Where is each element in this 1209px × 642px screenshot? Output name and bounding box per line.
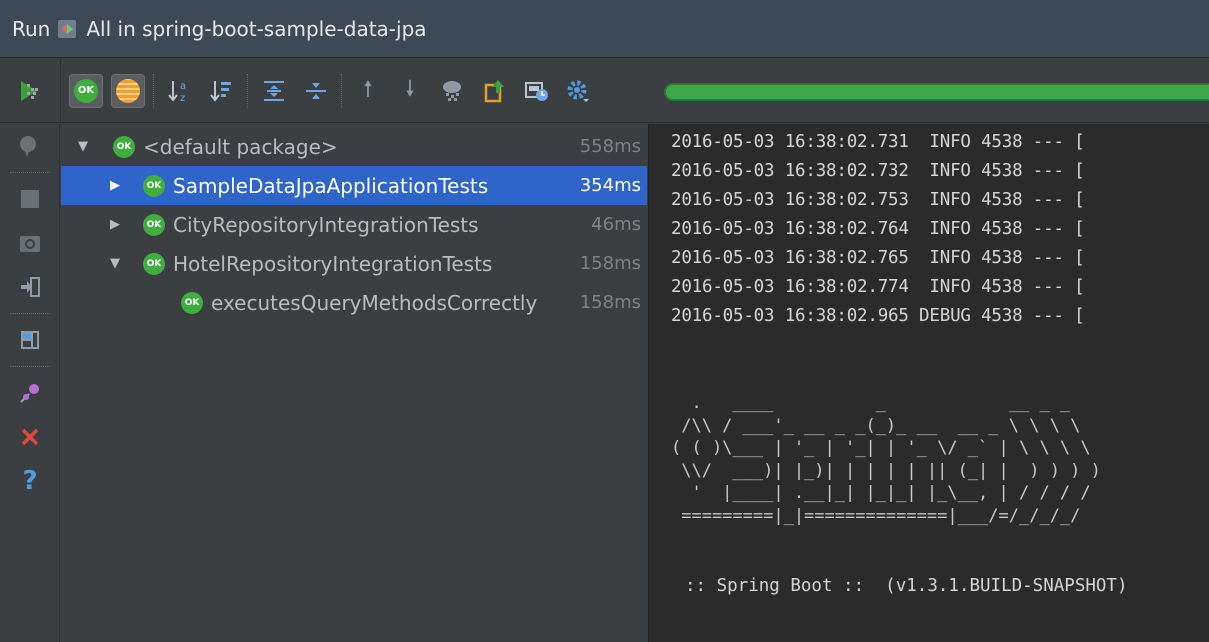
- test-passed-icon: OK: [143, 213, 165, 236]
- previous-failed-button[interactable]: 🠕: [351, 74, 385, 108]
- test-passed-icon: OK: [143, 174, 165, 197]
- test-passed-icon: OK: [113, 135, 135, 158]
- settings-button[interactable]: [561, 74, 595, 108]
- show-ignored-icon: [116, 78, 140, 103]
- pin-icon: [20, 384, 39, 403]
- rerun-failed-icon: [20, 136, 36, 157]
- tree-row-executes-query-methods[interactable]: OK executesQueryMethodsCorrectly 158ms: [61, 283, 647, 322]
- spring-boot-version: :: Spring Boot :: (v1.3.1.BUILD-SNAPSHOT…: [685, 576, 1128, 596]
- test-duration: 46ms: [591, 214, 641, 235]
- export-icon: [484, 79, 504, 102]
- tree-row-label: <default package>: [143, 134, 338, 159]
- close-icon: [21, 428, 39, 446]
- collapse-arrow-icon[interactable]: ▶: [107, 217, 123, 232]
- tree-row-hotel-repository-tests[interactable]: ▼ OK HotelRepositoryIntegrationTests 158…: [61, 244, 647, 283]
- tree-row-default-package[interactable]: ▼ OK <default package> 558ms: [61, 127, 647, 166]
- toolbar-separator: [247, 73, 249, 108]
- next-failed-button[interactable]: 🠗: [393, 74, 427, 108]
- sort-alpha-button[interactable]: az: [163, 74, 197, 108]
- test-duration: 558ms: [579, 136, 641, 157]
- log-line: 2016-05-03 16:38:02.965 DEBUG 4538 --- [: [671, 306, 1085, 326]
- help-button[interactable]: ?: [0, 459, 60, 503]
- separator: [9, 366, 50, 367]
- sort-duration-button[interactable]: [205, 74, 239, 108]
- restore-layout-button[interactable]: [0, 318, 60, 362]
- show-passed-icon: OK: [74, 78, 98, 103]
- test-duration: 354ms: [579, 175, 641, 196]
- import-tests-icon: [443, 80, 461, 101]
- toolbar-separator: [341, 73, 343, 108]
- toolbar-separator: [153, 73, 155, 108]
- rerun-icon: [21, 80, 38, 101]
- arrow-down-icon: 🠗: [405, 76, 415, 102]
- sort-alpha-icon: az: [168, 80, 186, 104]
- show-ignored-button[interactable]: [111, 73, 145, 108]
- snapshot-icon: [20, 236, 40, 252]
- layout-icon: [21, 331, 39, 349]
- log-line: 2016-05-03 16:38:02.764 INFO 4538 --- [: [671, 219, 1085, 239]
- side-toolbar: ?: [0, 124, 60, 642]
- spring-ascii-banner: . ____ _ __ _ _ /\\ / ___'_ __ _ _(_)_ _…: [671, 393, 1101, 526]
- collapse-arrow-icon[interactable]: ▶: [107, 178, 123, 193]
- history-icon: [525, 81, 548, 101]
- exit-icon: [21, 277, 40, 297]
- tree-row-city-repository-tests[interactable]: ▶ OK CityRepositoryIntegrationTests 46ms: [61, 205, 647, 244]
- thread-dump-button[interactable]: [0, 221, 60, 265]
- sort-duration-icon: [210, 80, 231, 102]
- tree-row-label: SampleDataJpaApplicationTests: [173, 173, 489, 198]
- test-results-tree: ▼ OK <default package> 558ms ▶ OK Sample…: [61, 124, 647, 642]
- test-history-button[interactable]: [519, 74, 553, 108]
- svg-text:a: a: [180, 81, 186, 92]
- test-progress-bar: [664, 83, 1209, 101]
- expand-all-icon: [264, 80, 284, 101]
- arrow-up-icon: 🠕: [363, 76, 373, 102]
- tree-row-sample-data-jpa-tests[interactable]: ▶ OK SampleDataJpaApplicationTests 354ms: [61, 166, 647, 205]
- test-duration: 158ms: [579, 292, 641, 313]
- stop-icon: [21, 190, 39, 208]
- tree-row-label: executesQueryMethodsCorrectly: [211, 290, 538, 315]
- expand-arrow-icon[interactable]: ▼: [107, 256, 123, 271]
- separator: [9, 172, 50, 173]
- window-title[interactable]: All in spring-boot-sample-data-jpa: [86, 17, 426, 41]
- test-passed-icon: OK: [143, 252, 165, 275]
- test-toolbar: OK az 🠕 🠗: [0, 58, 1209, 123]
- separator: [9, 313, 50, 314]
- exit-button[interactable]: [0, 265, 60, 309]
- expand-all-button[interactable]: [257, 74, 291, 108]
- svg-text:z: z: [180, 93, 185, 104]
- expand-arrow-icon[interactable]: ▼: [75, 139, 91, 154]
- collapse-all-icon: [306, 82, 326, 99]
- collapse-all-button[interactable]: [299, 74, 333, 108]
- import-tests-button[interactable]: [435, 74, 469, 108]
- log-line: 2016-05-03 16:38:02.774 INFO 4538 --- [: [671, 277, 1085, 297]
- log-line: 2016-05-03 16:38:02.732 INFO 4538 --- [: [671, 161, 1085, 181]
- help-icon: ?: [22, 466, 38, 496]
- log-line: 2016-05-03 16:38:02.753 INFO 4538 --- [: [671, 190, 1085, 210]
- pin-tab-button[interactable]: [0, 371, 60, 415]
- show-passed-button[interactable]: OK: [69, 73, 103, 108]
- rerun-failed-button[interactable]: [0, 124, 60, 168]
- close-button[interactable]: [0, 415, 60, 459]
- tree-row-label: CityRepositoryIntegrationTests: [173, 212, 479, 237]
- console-output[interactable]: 2016-05-03 16:38:02.731 INFO 4538 --- [ …: [648, 124, 1209, 642]
- run-tool-window-header: Run All in spring-boot-sample-data-jpa: [0, 0, 1209, 58]
- run-config-icon: [58, 19, 77, 38]
- log-line: 2016-05-03 16:38:02.731 INFO 4538 --- [: [671, 132, 1085, 152]
- test-passed-icon: OK: [181, 291, 203, 314]
- log-line: 2016-05-03 16:38:02.765 INFO 4538 --- [: [671, 248, 1085, 268]
- export-button[interactable]: [477, 74, 511, 108]
- run-label: Run: [12, 16, 51, 41]
- tree-row-label: HotelRepositoryIntegrationTests: [173, 251, 493, 276]
- stop-button[interactable]: [0, 177, 60, 221]
- test-duration: 158ms: [579, 253, 641, 274]
- settings-icon: [567, 80, 589, 102]
- rerun-button[interactable]: [0, 58, 61, 123]
